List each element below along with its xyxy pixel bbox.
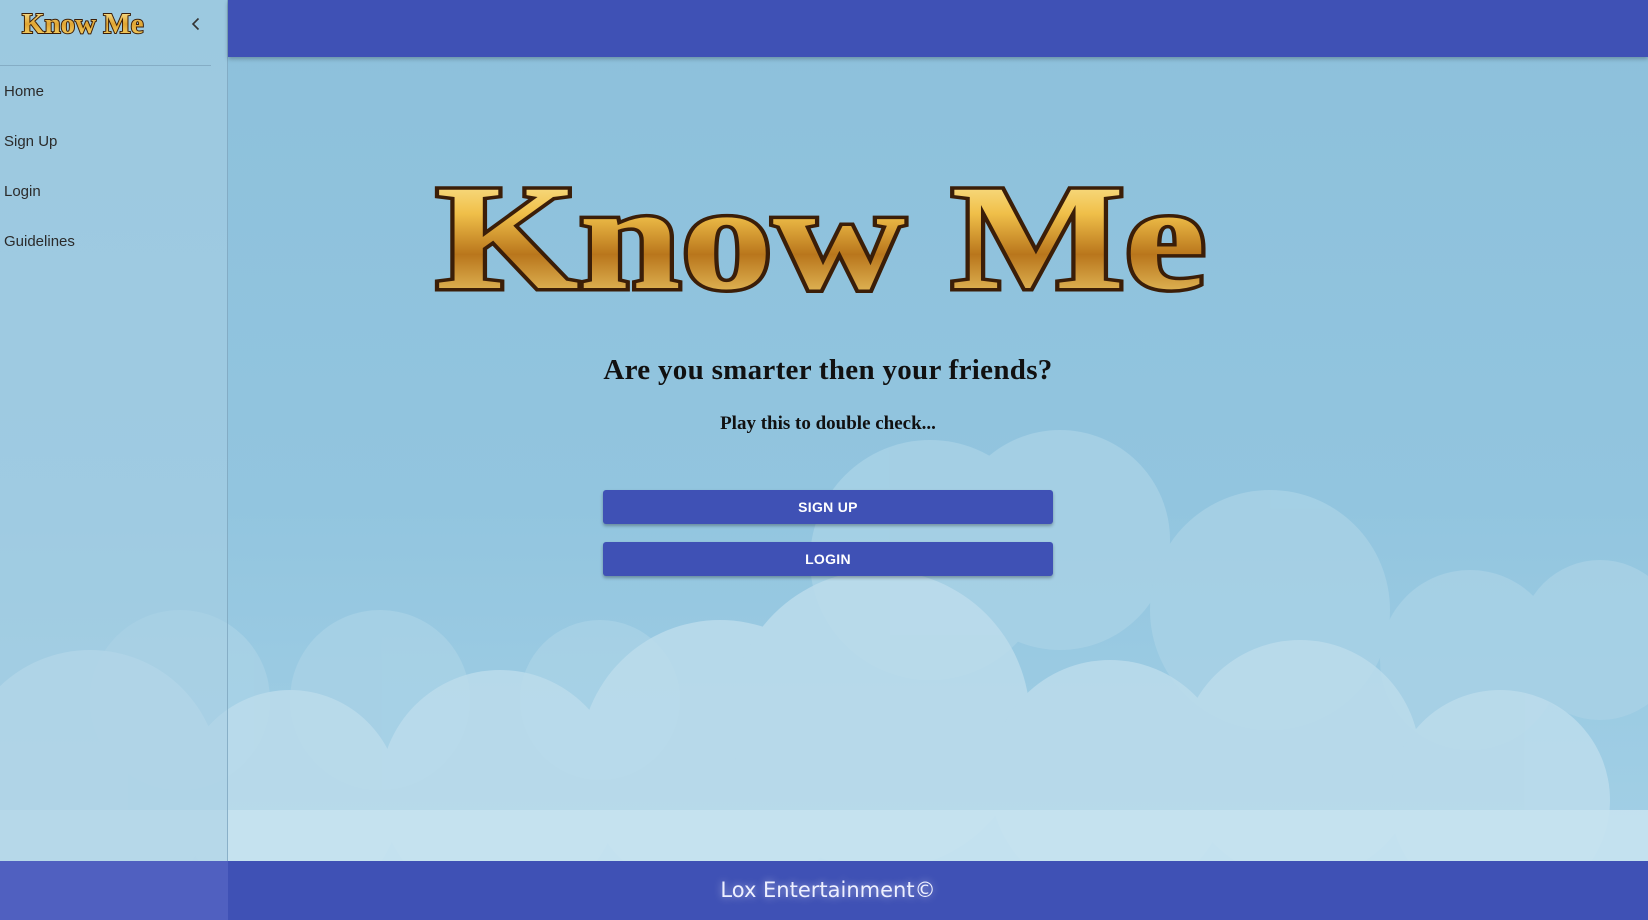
sidebar-item-label: Sign Up	[4, 132, 58, 150]
sidebar-item-sign-up[interactable]: Sign Up	[0, 116, 227, 166]
footer-copyright: Lox Entertainment©	[720, 878, 936, 902]
hero-headline: Are you smarter then your friends?	[603, 354, 1053, 386]
hero-subline: Play this to double check...	[720, 413, 936, 434]
sidebar: Know Me Home Sign Up Login Guidelines	[0, 0, 228, 861]
top-app-bar	[228, 0, 1648, 57]
collapse-sidebar-button[interactable]	[186, 12, 206, 36]
sidebar-item-label: Guidelines	[4, 232, 75, 250]
svg-text:Know Me: Know Me	[436, 155, 1206, 321]
footer-sidebar-segment	[0, 861, 228, 920]
sidebar-item-label: Home	[4, 82, 45, 100]
svg-text:Know Me: Know Me	[22, 8, 144, 40]
sidebar-header: Know Me	[0, 0, 227, 50]
sidebar-item-guidelines[interactable]: Guidelines	[0, 216, 227, 266]
chevron-left-icon	[191, 17, 200, 31]
sidebar-item-label: Login	[4, 182, 41, 200]
cloud-background	[0, 430, 1648, 910]
sidebar-logo[interactable]: Know Me	[20, 4, 172, 42]
hero-logo: Know Me	[433, 152, 1210, 325]
footer: Lox Entertainment©	[228, 861, 1648, 920]
sidebar-item-login[interactable]: Login	[0, 166, 227, 216]
sign-up-button[interactable]: SIGN UP	[603, 490, 1053, 524]
sidebar-nav: Home Sign Up Login Guidelines	[0, 66, 227, 266]
login-button[interactable]: LOGIN	[603, 542, 1053, 576]
sidebar-item-home[interactable]: Home	[0, 66, 227, 116]
